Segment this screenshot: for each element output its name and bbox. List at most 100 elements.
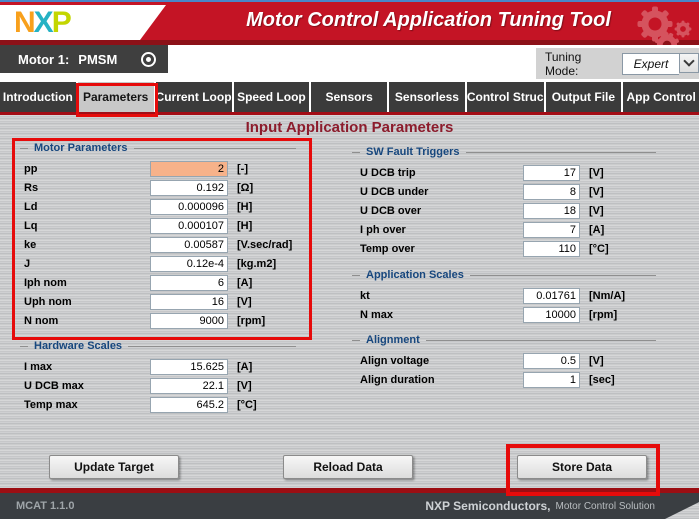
tuning-mode-label: Tuning Mode: [545,50,615,78]
param-row-i-max: I max [A] [20,359,296,375]
u-dcb-trip-input[interactable] [523,165,580,181]
ld-label: Ld [24,201,150,213]
legend-line [466,152,656,153]
uph-nom-input[interactable] [150,294,228,310]
i-max-unit: [A] [228,361,296,373]
i-ph-over-input[interactable] [523,222,580,238]
tuning-mode-select[interactable]: Expert [622,53,699,75]
u-dcb-over-input[interactable] [523,203,580,219]
i-max-input[interactable] [150,359,228,375]
param-row-ke: ke [V.sec/rad] [20,237,296,253]
n-nom-input[interactable] [150,313,228,329]
group-application-scales: Application Scales kt [Nm/A] N max [rpm] [352,268,656,326]
temp-max-unit: [°C] [228,399,296,411]
ke-unit: [V.sec/rad] [228,239,296,251]
dropdown-button[interactable] [679,53,699,73]
footer-tagline: Motor Control Solution [556,501,656,512]
pp-label: pp [24,163,150,175]
legend-line [470,275,656,276]
tab-speed-loop[interactable]: Speed Loop [234,82,312,112]
tab-bar: Introduction Parameters Current Loop Spe… [0,82,699,112]
footer-divider-line [0,488,699,493]
u-dcb-under-unit: [V] [580,186,656,198]
footer-company: NXP Semiconductors, [425,499,550,513]
legend-dash [352,340,360,341]
param-row-n-nom: N nom [rpm] [20,313,296,329]
legend-line [128,346,296,347]
pp-input[interactable] [150,161,228,177]
lq-input[interactable] [150,218,228,234]
param-row-u-dcb-trip: U DCB trip [V] [352,165,656,181]
n-max-input[interactable] [523,307,580,323]
group-title-motor-parameters: Motor Parameters [34,142,128,154]
store-data-button[interactable]: Store Data [517,455,647,479]
u-dcb-max-unit: [V] [228,380,296,392]
align-duration-unit: [sec] [580,374,656,386]
u-dcb-under-label: U DCB under [360,186,523,198]
param-row-u-dcb-max: U DCB max [V] [20,378,296,394]
kt-unit: [Nm/A] [580,290,656,302]
param-row-iph-nom: Iph nom [A] [20,275,296,291]
n-nom-unit: [rpm] [228,315,296,327]
ld-input[interactable] [150,199,228,215]
motor-label: Motor 1: [18,52,69,67]
param-row-i-ph-over: I ph over [A] [352,222,656,238]
reload-data-button[interactable]: Reload Data [283,455,413,479]
kt-label: kt [360,290,523,302]
param-row-rs: Rs [Ω] [20,180,296,196]
update-target-button[interactable]: Update Target [49,455,179,479]
param-row-j: J [kg.m2] [20,256,296,272]
gears-icon [625,3,697,49]
j-input[interactable] [150,256,228,272]
legend-dash [20,148,28,149]
group-title-sw-fault-triggers: SW Fault Triggers [366,146,460,158]
param-row-u-dcb-under: U DCB under [V] [352,184,656,200]
temp-max-input[interactable] [150,397,228,413]
iph-nom-unit: [A] [228,277,296,289]
i-ph-over-unit: [A] [580,224,656,236]
rs-input[interactable] [150,180,228,196]
temp-over-input[interactable] [523,241,580,257]
i-max-label: I max [24,361,150,373]
tab-sensorless[interactable]: Sensorless [389,82,467,112]
align-duration-input[interactable] [523,372,580,388]
param-row-align-voltage: Align voltage [V] [352,353,656,369]
group-motor-parameters: Motor Parameters pp [-] Rs [Ω] Ld [H] Lq… [20,141,296,332]
ke-input[interactable] [150,237,228,253]
align-voltage-unit: [V] [580,355,656,367]
align-voltage-input[interactable] [523,353,580,369]
kt-input[interactable] [523,288,580,304]
rs-label: Rs [24,182,150,194]
j-label: J [24,258,150,270]
group-title-alignment: Alignment [366,334,420,346]
temp-max-label: Temp max [24,399,150,411]
tab-current-loop[interactable]: Current Loop [156,82,234,112]
legend-line [134,148,296,149]
tuning-mode-value: Expert [622,53,679,75]
param-row-uph-nom: Uph nom [V] [20,294,296,310]
param-row-n-max: N max [rpm] [352,307,656,323]
iph-nom-input[interactable] [150,275,228,291]
align-duration-label: Align duration [360,374,523,386]
param-row-temp-max: Temp max [°C] [20,397,296,413]
motor-selector[interactable]: Motor 1: PMSM [0,45,168,73]
tab-sensors[interactable]: Sensors [311,82,389,112]
legend-dash [20,346,28,347]
tab-output-file[interactable]: Output File [546,82,624,112]
legend-dash [352,275,360,276]
u-dcb-max-label: U DCB max [24,380,150,392]
chevron-down-icon [683,55,694,66]
u-dcb-under-input[interactable] [523,184,580,200]
radio-icon[interactable] [141,52,156,67]
u-dcb-max-input[interactable] [150,378,228,394]
param-row-pp: pp [-] [20,161,296,177]
pp-unit: [-] [228,163,296,175]
tab-control-struc[interactable]: Control Struc [467,82,546,112]
tab-parameters[interactable]: Parameters [78,82,156,112]
param-row-lq: Lq [H] [20,218,296,234]
ld-unit: [H] [228,201,296,213]
tab-app-control[interactable]: App Control [623,82,699,112]
legend-dash [352,152,360,153]
rs-unit: [Ω] [228,182,296,194]
tab-introduction[interactable]: Introduction [0,82,78,112]
